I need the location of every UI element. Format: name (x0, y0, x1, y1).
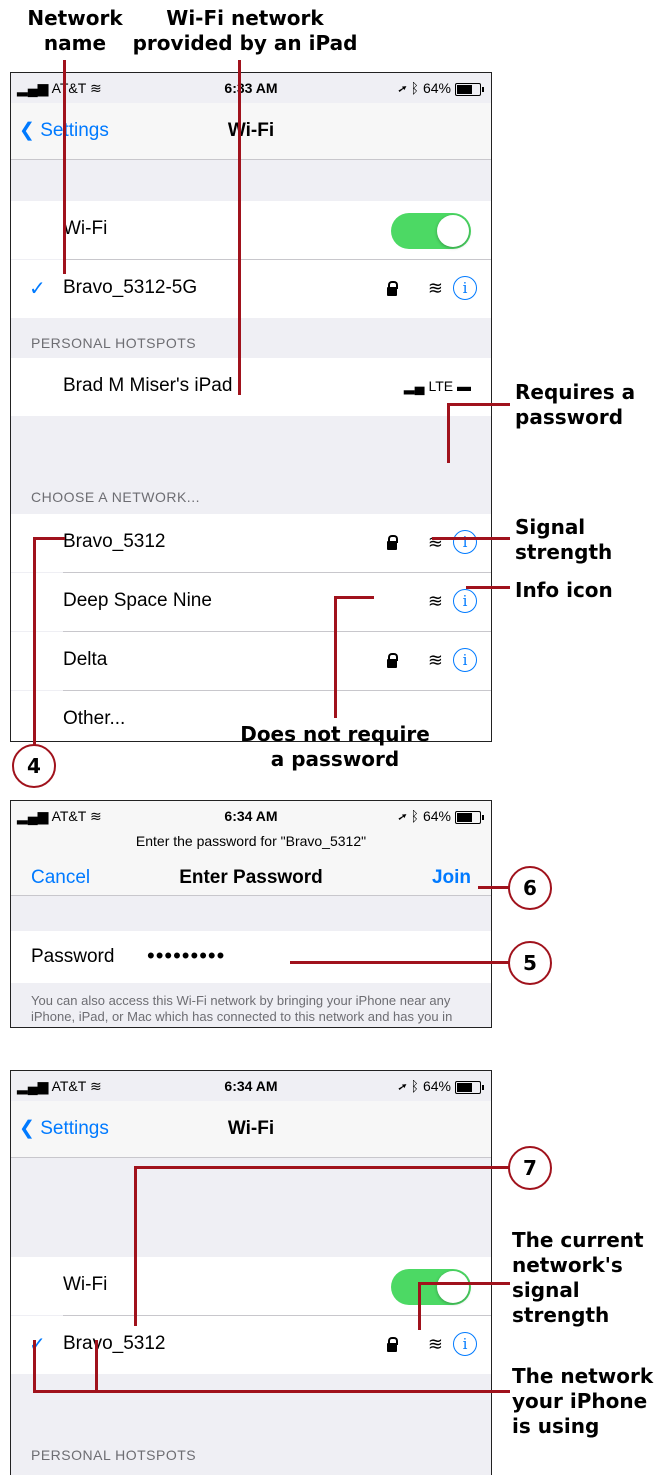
network-name: Delta (63, 649, 108, 670)
callout-no-password: Does not require a password (240, 722, 430, 771)
nav-bar: Enter the password for "Bravo_5312" Canc… (11, 831, 491, 896)
lock-icon (387, 281, 398, 296)
info-icon[interactable]: i (453, 589, 477, 613)
other-label: Other... (63, 708, 126, 729)
info-icon[interactable]: i (453, 530, 477, 554)
wifi-label: Wi-Fi (63, 218, 108, 239)
network-name: Bravo_5312 (63, 531, 166, 552)
network-row[interactable]: Delta ≋ i (11, 632, 491, 690)
page-title: Enter Password (179, 867, 323, 888)
wifi-label: Wi-Fi (63, 1274, 108, 1295)
status-bar: ▂▄▆ AT&T ≋ 6:33 AM ➚ ᛒ 64% (11, 73, 491, 103)
bluetooth-icon: ᛒ (410, 1078, 420, 1094)
info-icon[interactable]: i (453, 648, 477, 672)
lock-icon (387, 653, 398, 668)
lock-icon (387, 535, 398, 550)
callout-current-signal: The current network's signal strength (512, 1228, 644, 1327)
callout-info-icon: Info icon (515, 578, 613, 602)
page-title: Wi-Fi (227, 120, 275, 141)
wifi-toggle-row: Wi-Fi (11, 201, 491, 259)
battery-icon (455, 811, 484, 824)
location-arrow-icon: ➚ (398, 80, 407, 96)
wifi-icon: ≋ (427, 532, 443, 552)
hotspot-row[interactable]: Brad M Miser's iPad ▂▄ LTE ▬ (11, 358, 491, 416)
callout-ipad-network: Wi-Fi network provided by an iPad (132, 6, 358, 55)
hotspots-header: PERSONAL HOTSPOTS (31, 335, 197, 351)
network-row[interactable]: Deep Space Nine ≋ i (11, 573, 491, 631)
step-7: 7 (508, 1146, 552, 1190)
join-button[interactable]: Join (432, 867, 471, 889)
page-title: Wi-Fi (227, 1118, 275, 1139)
info-icon[interactable]: i (453, 276, 477, 300)
wifi-icon: ≋ (427, 1334, 443, 1354)
choose-network-header: CHOOSE A NETWORK... (31, 489, 200, 505)
battery-icon (455, 83, 484, 96)
nav-bar: ❮ Settings Wi-Fi (11, 1101, 491, 1158)
network-name: Bravo_5312-5G (63, 277, 198, 298)
wifi-toggle[interactable] (391, 213, 471, 249)
password-row: Password ••••••••• (11, 931, 491, 983)
lock-icon (387, 1337, 398, 1352)
location-arrow-icon: ➚ (398, 1078, 407, 1094)
status-bar: ▂▄▆ AT&T ≋ 6:34 AM ➚ ᛒ 64% (11, 1071, 491, 1101)
connected-network-row[interactable]: ✓ Bravo_5312-5G ≋ i (11, 260, 491, 318)
password-field[interactable]: ••••••••• (147, 943, 225, 969)
password-footer: You can also access this Wi-Fi network b… (31, 993, 453, 1027)
wifi-icon: ≋ (427, 591, 443, 611)
callout-network-name: Network name (27, 6, 123, 55)
network-row[interactable]: Bravo_5312 ≋ i (11, 514, 491, 572)
callout-signal-strength: Signal strength (515, 515, 613, 564)
hotspot-signal: ▂▄ LTE ▬ (403, 378, 471, 394)
network-name: Bravo_5312 (63, 1333, 166, 1354)
hotspot-name: Brad M Miser's iPad (63, 375, 233, 396)
status-right: ➚ ᛒ 64% (398, 1078, 451, 1094)
callout-network-using: The network your iPhone is using (512, 1364, 654, 1438)
password-prompt: Enter the password for "Bravo_5312" (135, 833, 367, 849)
info-icon[interactable]: i (453, 1332, 477, 1356)
step-5: 5 (508, 941, 552, 985)
wifi-toggle[interactable] (391, 1269, 471, 1305)
hotspots-header: PERSONAL HOTSPOTS (31, 1447, 197, 1463)
wifi-icon: ≋ (427, 650, 443, 670)
enter-password-screen: ▂▄▆ AT&T ≋ 6:34 AM ➚ ᛒ 64% Enter the pas… (10, 800, 492, 1028)
status-right: ➚ ᛒ 64% (398, 808, 451, 824)
password-label: Password (31, 946, 115, 967)
wifi-icon: ≋ (427, 278, 443, 298)
bluetooth-icon: ᛒ (410, 808, 420, 824)
checkmark-icon: ✓ (29, 1334, 46, 1356)
status-bar: ▂▄▆ AT&T ≋ 6:34 AM ➚ ᛒ 64% (11, 801, 491, 831)
location-arrow-icon: ➚ (398, 808, 407, 824)
callout-requires-password: Requires a password (515, 380, 636, 429)
nav-bar: ❮ Settings Wi-Fi (11, 103, 491, 160)
step-6: 6 (508, 866, 552, 910)
wifi-settings-screen-1: ▂▄▆ AT&T ≋ 6:33 AM ➚ ᛒ 64% ❮ Settings Wi… (10, 72, 492, 742)
checkmark-icon: ✓ (29, 278, 46, 300)
step-4: 4 (12, 744, 56, 788)
network-name: Deep Space Nine (63, 590, 212, 611)
status-right: ➚ ᛒ 64% (398, 80, 451, 96)
battery-icon (455, 1081, 484, 1094)
bluetooth-icon: ᛒ (410, 80, 420, 96)
wifi-settings-screen-2: ▂▄▆ AT&T ≋ 6:34 AM ➚ ᛒ 64% ❮ Settings Wi… (10, 1070, 492, 1475)
